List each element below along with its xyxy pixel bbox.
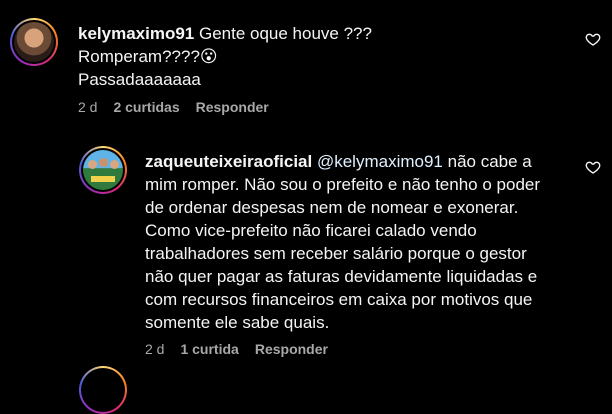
comment-meta: 2 d 1 curtida Responder bbox=[145, 341, 328, 357]
comment-line: mim romper. Não sou o prefeito e não ten… bbox=[145, 175, 541, 194]
comment-timestamp: 2 d bbox=[145, 341, 165, 357]
avatar-next-comment[interactable] bbox=[79, 366, 127, 414]
likes-count[interactable]: 1 curtida bbox=[180, 341, 238, 357]
comment-line: Romperam???? bbox=[78, 47, 200, 66]
comment-line: não quer pagar as faturas devidamente li… bbox=[145, 267, 538, 286]
comment-line: de ordenar despesas nem de nomear e exon… bbox=[145, 198, 519, 217]
comment-username[interactable]: kelymaximo91 bbox=[78, 24, 194, 43]
comment-line: Gente oque houve ??? bbox=[198, 24, 372, 43]
comment-kelymaximo91: kelymaximo91 Gente oque houve ??? Romper… bbox=[78, 22, 558, 91]
comment-line: somente ele sabe quais. bbox=[145, 313, 330, 332]
shocked-emoji-icon: 😮 bbox=[199, 47, 218, 66]
heart-outline-icon[interactable] bbox=[585, 159, 601, 175]
comment-timestamp: 2 d bbox=[78, 99, 98, 115]
comment-line: com recursos financeiros em caixa por mo… bbox=[145, 290, 533, 309]
comment-zaqueuteixeiraoficial: zaqueuteixeiraoficial @kelymaximo91 não … bbox=[145, 150, 575, 334]
comment-line: Passadaaaaaaa bbox=[78, 70, 201, 89]
comment-meta: 2 d 2 curtidas Responder bbox=[78, 99, 269, 115]
avatar-photo bbox=[14, 22, 54, 62]
mention-link[interactable]: @kelymaximo91 bbox=[317, 152, 443, 171]
reply-button[interactable]: Responder bbox=[255, 341, 328, 357]
avatar-kelymaximo91[interactable] bbox=[10, 18, 58, 66]
comment-line: não cabe a bbox=[447, 152, 532, 171]
heart-outline-icon[interactable] bbox=[585, 31, 601, 47]
comment-line: Como vice-prefeito não ficarei calado ve… bbox=[145, 221, 477, 240]
avatar-photo bbox=[83, 150, 123, 190]
comment-line: trabalhadores sem receber salário porque… bbox=[145, 244, 527, 263]
comment-username[interactable]: zaqueuteixeiraoficial bbox=[145, 152, 312, 171]
likes-count[interactable]: 2 curtidas bbox=[113, 99, 179, 115]
reply-button[interactable]: Responder bbox=[196, 99, 269, 115]
avatar-zaqueuteixeiraoficial[interactable] bbox=[79, 146, 127, 194]
